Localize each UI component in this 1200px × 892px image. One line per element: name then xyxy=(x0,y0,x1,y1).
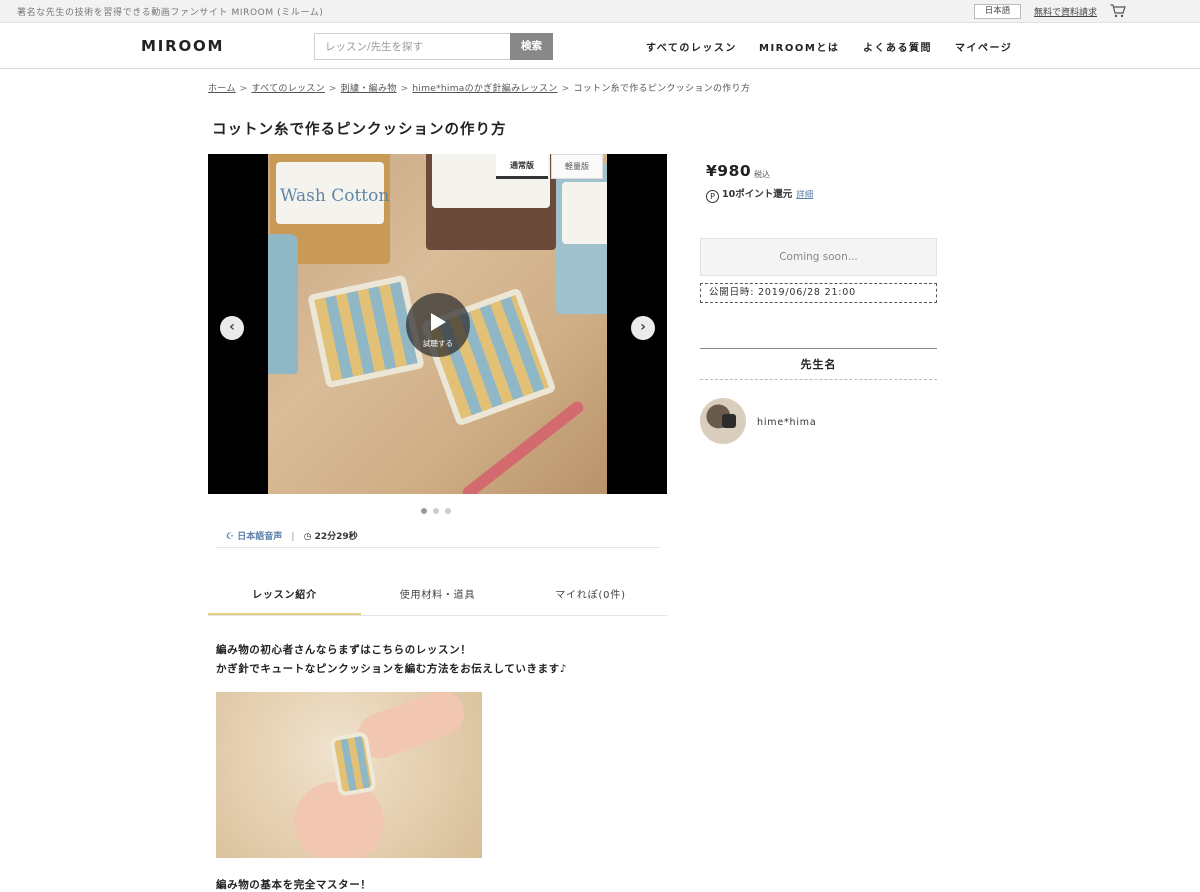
points-detail-link[interactable]: 詳細 xyxy=(796,190,813,200)
carousel-dot[interactable] xyxy=(433,508,439,514)
teacher-heading: 先生名 xyxy=(700,348,937,380)
carousel-dots xyxy=(421,499,457,518)
breadcrumb-all-lessons[interactable]: すべてのレッスン xyxy=(251,84,324,94)
breadcrumb: ホーム > すべてのレッスン > 刺繍・編み物 > hime*himaのかぎ針編みレッスン >… xyxy=(208,84,751,94)
video-player[interactable]: Wash Cotton 通常版 軽量版 ‹ › 試聴する xyxy=(208,154,667,494)
site-tagline: 著名な先生の技術を習得できる動画ファンサイト MIROOM (ミルーム) xyxy=(17,8,324,18)
lesson-duration: 22分29秒 xyxy=(314,532,358,542)
version-normal-button[interactable]: 通常版 xyxy=(496,154,548,179)
coming-soon-button[interactable]: Coming soon... xyxy=(700,238,937,276)
lesson-photo xyxy=(216,692,482,858)
price: ¥980 xyxy=(706,162,752,180)
nav-faq[interactable]: よくある質問 xyxy=(863,39,932,54)
tax-label: 税込 xyxy=(754,170,770,179)
lesson-intro-text: 編み物の初心者さんならまずはこちらのレッスン！ かぎ針でキュートなピンクッション… xyxy=(216,644,568,675)
teacher-avatar[interactable] xyxy=(700,398,746,444)
nav-mypage[interactable]: マイページ xyxy=(955,39,1012,54)
yarn-ball-teal xyxy=(268,234,298,374)
play-icon xyxy=(431,313,446,331)
top-info-bar: 著名な先生の技術を習得できる動画ファンサイト MIROOM (ミルーム) 日本語… xyxy=(0,0,1200,23)
chevron-left-icon[interactable]: ‹ xyxy=(220,316,244,340)
tab-lesson-intro[interactable]: レッスン紹介 xyxy=(208,580,361,615)
version-light-button[interactable]: 軽量版 xyxy=(551,154,603,179)
page-title: コットン糸で作るピンクッションの作り方 xyxy=(212,122,507,138)
yarn-ball-blue xyxy=(556,164,607,314)
divider xyxy=(216,547,659,548)
play-label: 試聴する xyxy=(423,339,453,348)
lesson-meta: ☪︎ 日本語音声 | ◷ 22分29秒 xyxy=(226,532,358,542)
chevron-right-icon[interactable]: › xyxy=(631,316,655,340)
points-icon: P xyxy=(706,190,719,203)
points-info: P 10ポイント還元 詳細 xyxy=(706,186,813,203)
lesson-tabs: レッスン紹介 使用材料・道具 マイれぽ(0件) xyxy=(208,580,667,616)
carousel-dot[interactable] xyxy=(421,508,427,514)
nav-all-lessons[interactable]: すべてのレッスン xyxy=(646,39,737,54)
teacher-name[interactable]: hime*hima xyxy=(757,417,816,428)
search-input[interactable] xyxy=(314,33,510,60)
main-header: MIROOM 検索 すべてのレッスン MIROOMとは よくある質問 マイページ xyxy=(0,23,1200,69)
clock-icon: ◷ xyxy=(303,532,312,542)
lesson-outro-text: 編み物の基本を完全マスター！ xyxy=(216,879,372,891)
breadcrumb-category[interactable]: 刺繍・編み物 xyxy=(341,84,397,94)
headphones-icon: ☪︎ xyxy=(226,532,235,542)
tab-materials[interactable]: 使用材料・道具 xyxy=(361,580,514,615)
publish-date: 公開日時: 2019/06/28 21:00 xyxy=(700,283,937,303)
cart-icon[interactable] xyxy=(1110,4,1126,18)
yarn-label: Wash Cotton xyxy=(280,186,390,206)
request-brochure-link[interactable]: 無料で資料請求 xyxy=(1034,5,1097,18)
play-button[interactable]: 試聴する xyxy=(406,293,470,357)
carousel-dot[interactable] xyxy=(445,508,451,514)
points-text: 10ポイント還元 xyxy=(722,189,793,200)
breadcrumb-home[interactable]: ホーム xyxy=(208,84,236,94)
tab-my-reports[interactable]: マイれぽ(0件) xyxy=(514,580,667,615)
breadcrumb-course[interactable]: hime*himaのかぎ針編みレッスン xyxy=(412,84,557,94)
site-logo[interactable]: MIROOM xyxy=(141,37,224,55)
language-selector[interactable]: 日本語 xyxy=(974,4,1021,19)
audio-language: 日本語音声 xyxy=(237,532,283,542)
nav-about[interactable]: MIROOMとは xyxy=(759,39,839,54)
search-button[interactable]: 検索 xyxy=(510,33,553,60)
breadcrumb-current: コットン糸で作るピンクッションの作り方 xyxy=(573,84,751,94)
